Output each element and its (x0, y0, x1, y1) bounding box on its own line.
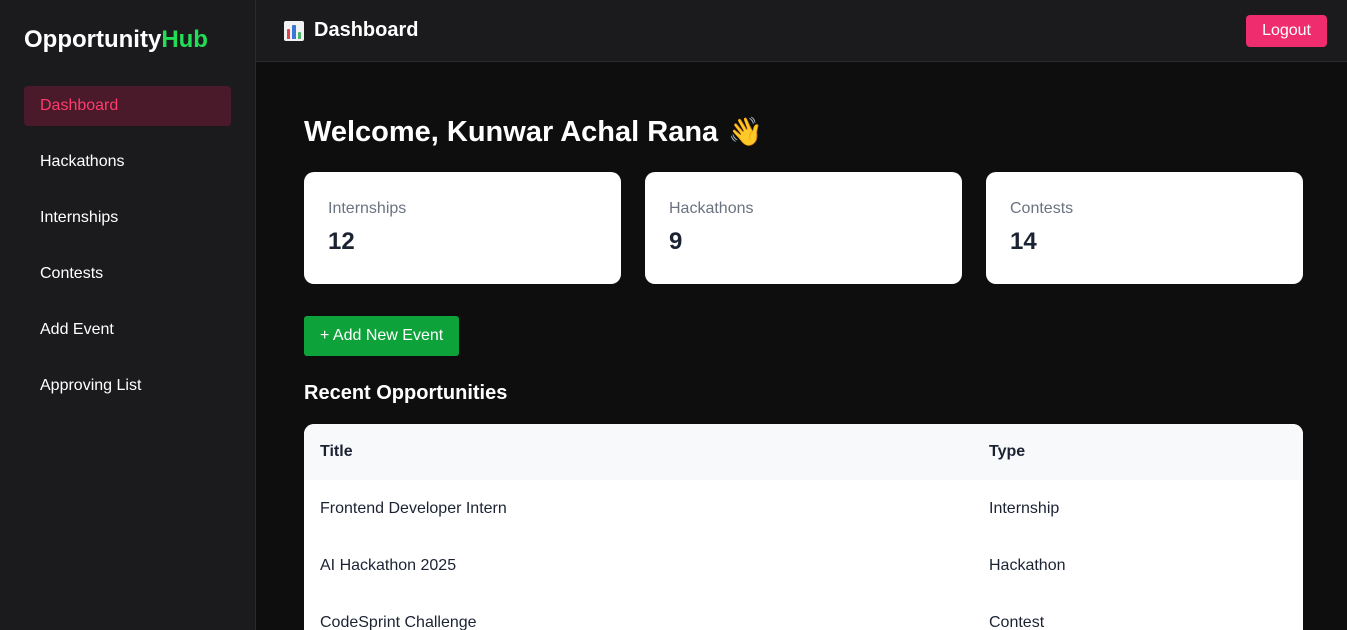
welcome-text: Welcome, Kunwar Achal Rana (304, 115, 719, 148)
stat-value: 14 (1010, 228, 1037, 255)
main-area: Dashboard Logout Welcome, Kunwar Achal R… (256, 0, 1347, 630)
stat-card-hackathons: Hackathons 9 (645, 172, 962, 284)
dashboard-content: Welcome, Kunwar Achal Rana 👋 Internships… (256, 62, 1347, 630)
sidebar-item-add-event[interactable]: Add Event (24, 310, 231, 350)
table-header: Title Type (304, 424, 1303, 480)
welcome-heading: Welcome, Kunwar Achal Rana 👋 (304, 112, 1303, 152)
cell-title: AI Hackathon 2025 (320, 556, 457, 574)
page-header: Dashboard (284, 19, 418, 42)
cell-title: CodeSprint Challenge (320, 613, 477, 630)
table-row[interactable]: Frontend Developer Intern Internship (304, 480, 1303, 537)
sidebar-item-dashboard[interactable]: Dashboard (24, 86, 231, 126)
brand-logo[interactable]: OpportunityHub (24, 24, 231, 56)
bar-chart-icon (284, 20, 304, 41)
table-row[interactable]: CodeSprint Challenge Contest (304, 594, 1303, 630)
add-new-event-button[interactable]: + Add New Event (304, 316, 460, 356)
topbar: Dashboard Logout (256, 0, 1347, 62)
cell-type: Contest (989, 613, 1045, 630)
recent-opportunities-title: Recent Opportunities (304, 382, 508, 404)
stat-label: Internships (328, 200, 407, 217)
sidebar-item-contests[interactable]: Contests (24, 254, 231, 294)
page-title: Dashboard (314, 19, 419, 41)
stat-label: Contests (1010, 200, 1074, 217)
cell-type: Internship (989, 499, 1060, 517)
sidebar: OpportunityHub Dashboard Hackathons Inte… (0, 0, 256, 630)
cell-title: Frontend Developer Intern (320, 499, 507, 517)
column-header-type: Type (989, 443, 1026, 460)
stat-label: Hackathons (669, 200, 754, 217)
sidebar-nav: Dashboard Hackathons Internships Contest… (24, 86, 231, 406)
recent-opportunities-table: Title Type Frontend Developer Intern Int… (304, 424, 1303, 630)
logout-button[interactable]: Logout (1246, 14, 1327, 47)
table-row[interactable]: AI Hackathon 2025 Hackathon (304, 537, 1303, 594)
stat-card-contests: Contests 14 (986, 172, 1303, 284)
stats-row: Internships 12 Hackathons 9 Contests 14 (304, 172, 1303, 284)
brand-name-accent: Hub (161, 26, 208, 53)
stat-value: 12 (328, 228, 355, 255)
sidebar-item-internships[interactable]: Internships (24, 198, 231, 238)
sidebar-item-approving-list[interactable]: Approving List (24, 366, 231, 406)
column-header-title: Title (320, 443, 353, 460)
cell-type: Hackathon (989, 556, 1066, 574)
waving-hand-icon: 👋 (728, 116, 764, 147)
sidebar-item-hackathons[interactable]: Hackathons (24, 142, 231, 182)
app-root: OpportunityHub Dashboard Hackathons Inte… (0, 0, 1347, 630)
stat-card-internships: Internships 12 (304, 172, 621, 284)
stat-value: 9 (669, 228, 683, 255)
brand-name-main: Opportunity (24, 26, 162, 53)
